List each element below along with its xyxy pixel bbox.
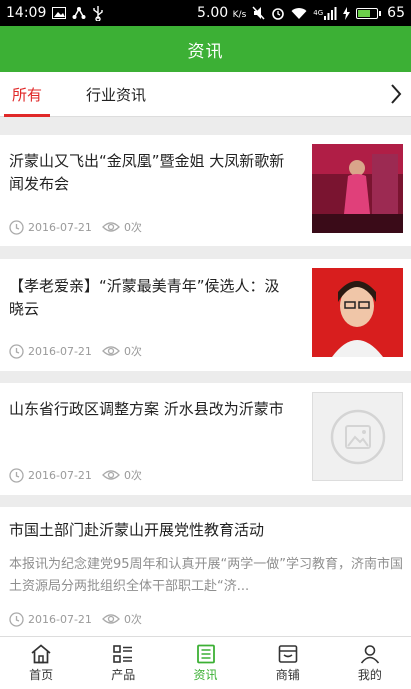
signal-icon: 4G	[313, 6, 337, 20]
article-date: 2016-07-21	[28, 468, 92, 482]
nav-home[interactable]: 首页	[0, 637, 82, 689]
article-title: 沂蒙山又飞出“金凤凰”暨金姐 大凤新歌新闻发布会	[9, 152, 285, 193]
network-speed: 5.00 K/s	[197, 5, 247, 21]
page-title: 资讯	[187, 41, 224, 62]
article-views: 0次	[123, 221, 142, 234]
usb-icon	[92, 5, 104, 21]
article-item[interactable]: 山东省行政区调整方案 沂水县改为沂蒙市 2016-07-21 0次	[0, 383, 411, 495]
eye-icon	[102, 222, 120, 232]
home-icon	[31, 643, 51, 663]
chevron-right-icon	[391, 84, 402, 104]
article-date: 2016-07-21	[28, 220, 92, 234]
eye-icon	[102, 470, 120, 480]
article-title: 【孝老爱亲】“沂蒙最美青年”侯选人：汲晓云	[9, 277, 280, 318]
eye-icon	[102, 346, 120, 356]
article-date: 2016-07-21	[28, 612, 92, 626]
nav-label: 我的	[357, 667, 382, 682]
alarm-icon	[271, 6, 285, 20]
article-meta: 2016-07-21 0次	[9, 467, 152, 483]
article-thumbnail	[312, 268, 403, 357]
nav-label: 商铺	[275, 667, 300, 682]
nav-label: 资讯	[193, 667, 218, 682]
status-bar: 14:09 5.00 K/s 4G 65	[0, 0, 411, 26]
article-views: 0次	[123, 345, 142, 358]
clock-icon	[9, 467, 24, 483]
share-notification-icon	[72, 6, 86, 20]
tab-all[interactable]: 所有	[0, 72, 54, 117]
article-meta: 2016-07-21 0次	[9, 343, 152, 359]
shop-icon	[278, 644, 298, 663]
tab-industry-news[interactable]: 行业资讯	[74, 72, 158, 117]
status-time: 14:09	[6, 5, 47, 21]
nav-label: 产品	[111, 667, 136, 682]
article-thumbnail	[312, 144, 403, 233]
nav-news[interactable]: 资讯	[164, 637, 246, 689]
article-item[interactable]: 沂蒙山又飞出“金凤凰”暨金姐 大凤新歌新闻发布会 2016-07-21 0次	[0, 135, 411, 246]
category-tabs: 所有 行业资讯	[0, 72, 411, 117]
article-title: 市国土部门赴沂蒙山开展党性教育活动	[9, 521, 265, 539]
article-views: 0次	[123, 469, 142, 482]
nav-label: 首页	[29, 667, 54, 682]
tabs-scroll-right-button[interactable]	[385, 80, 407, 108]
mute-icon	[252, 6, 265, 20]
news-icon	[196, 644, 215, 663]
wifi-icon	[291, 7, 307, 20]
article-meta: 2016-07-21 0次	[9, 611, 152, 627]
article-summary: 本报讯为纪念建党95周年和认真开展“两学一做”学习教育，济南市国土资源局分两批组…	[9, 557, 404, 594]
battery-icon	[356, 7, 382, 19]
image-notification-icon	[52, 7, 67, 19]
clock-icon	[9, 343, 24, 359]
bottom-navigation: 首页 产品 资讯 商铺 我的	[0, 636, 411, 689]
article-views: 0次	[123, 613, 142, 626]
nav-shop[interactable]: 商铺	[247, 637, 329, 689]
app-header: 资讯	[0, 26, 411, 72]
article-title: 山东省行政区调整方案 沂水县改为沂蒙市	[9, 400, 284, 418]
clock-icon	[9, 611, 24, 627]
clock-icon	[9, 219, 24, 235]
article-meta: 2016-07-21 0次	[9, 219, 152, 235]
placeholder-image-icon	[312, 392, 403, 481]
article-item[interactable]: 【孝老爱亲】“沂蒙最美青年”侯选人：汲晓云 2016-07-21 0次	[0, 259, 411, 371]
eye-icon	[102, 614, 120, 624]
battery-percent: 65	[387, 5, 405, 21]
nav-mine[interactable]: 我的	[329, 637, 411, 689]
product-grid-icon	[113, 644, 133, 663]
nav-products[interactable]: 产品	[82, 637, 164, 689]
charging-icon	[343, 6, 351, 20]
article-item[interactable]: 市国土部门赴沂蒙山开展党性教育活动 本报讯为纪念建党95周年和认真开展“两学一做…	[0, 507, 411, 652]
article-date: 2016-07-21	[28, 344, 92, 358]
user-icon	[360, 644, 380, 664]
